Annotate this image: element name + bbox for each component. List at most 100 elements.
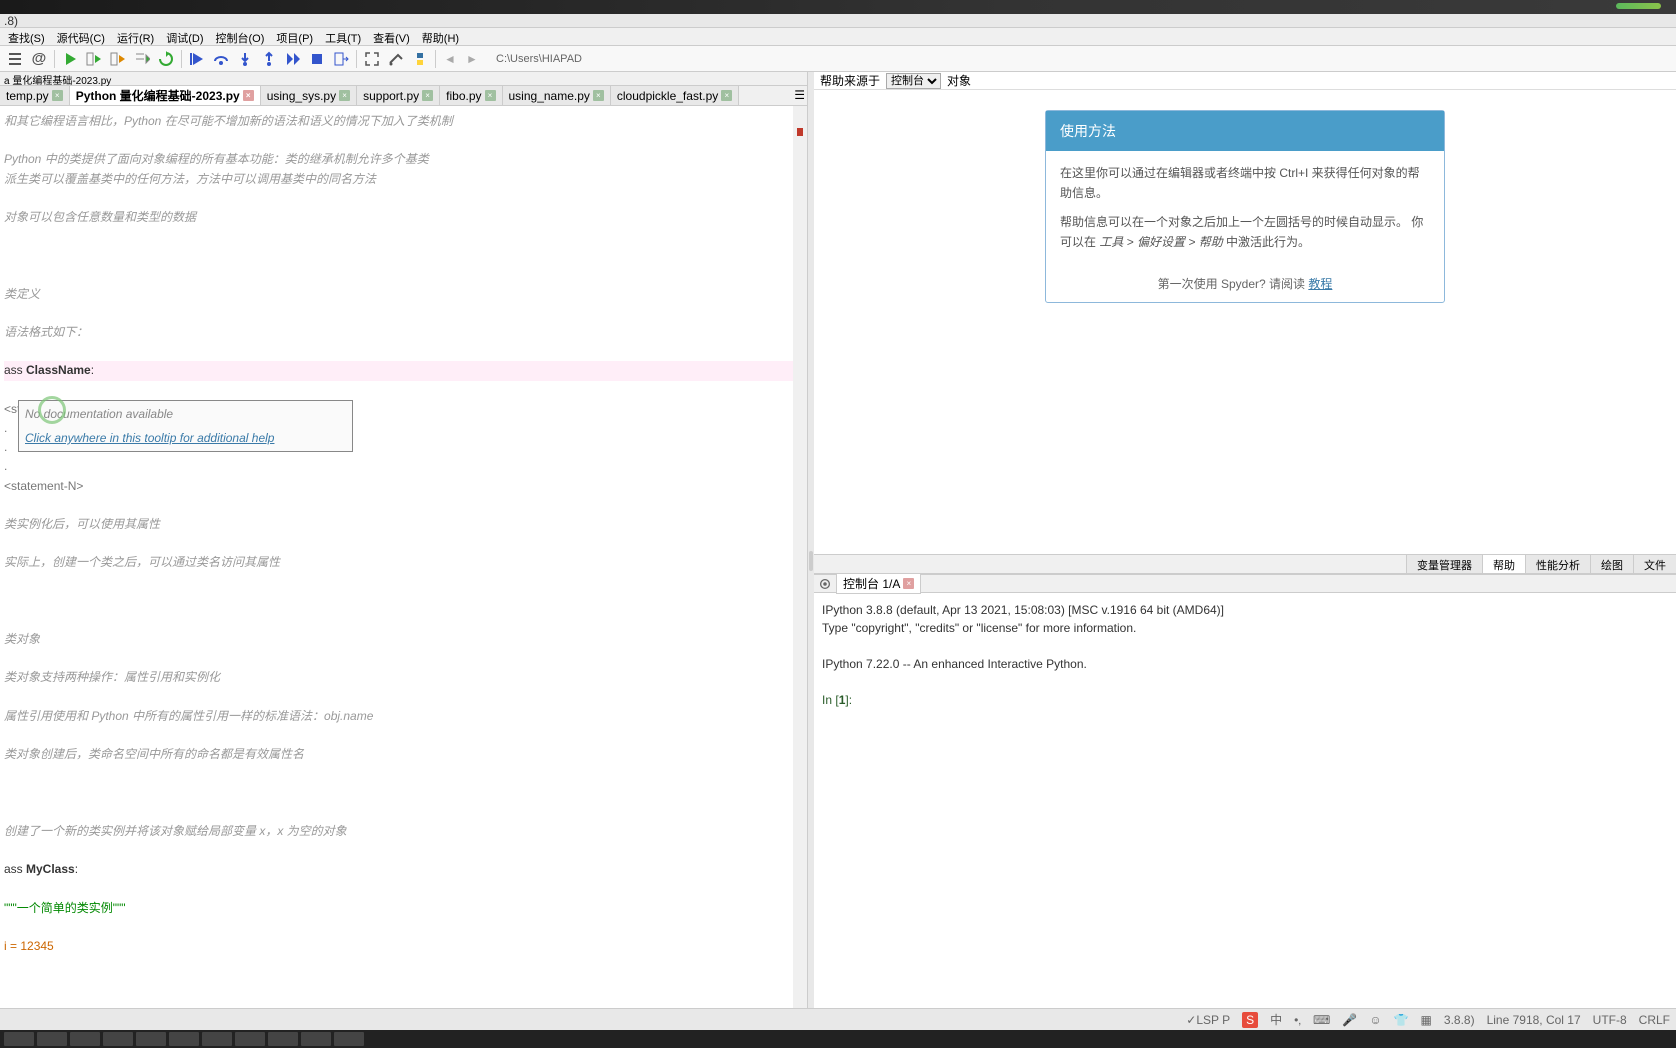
python-icon[interactable] (409, 48, 431, 70)
status-eol: CRLF (1639, 1013, 1670, 1027)
help-text-1: 在这里你可以通过在编辑器或者终端中按 Ctrl+I 来获得任何对象的帮助信息。 (1060, 163, 1430, 204)
help-source-label: 帮助来源于 (820, 72, 880, 89)
maximize-icon[interactable] (361, 48, 383, 70)
close-icon[interactable]: × (721, 90, 732, 101)
status-python-version: 3.8.8) (1444, 1013, 1475, 1027)
file-tab-fibo[interactable]: fibo.py× (440, 86, 502, 105)
menu-source[interactable]: 源代码(C) (51, 28, 111, 45)
close-icon[interactable]: × (339, 90, 350, 101)
close-icon[interactable]: × (593, 90, 604, 101)
status-lsp: ✓LSP P (1186, 1013, 1230, 1027)
file-tab-cloudpickle[interactable]: cloudpickle_fast.py× (611, 86, 739, 105)
close-icon[interactable]: × (485, 90, 496, 101)
tab-plot[interactable]: 绘图 (1590, 555, 1633, 573)
console-gear-icon[interactable] (818, 577, 832, 591)
taskbar-app[interactable] (334, 1032, 364, 1046)
close-icon[interactable]: × (52, 90, 63, 101)
status-encoding: UTF-8 (1593, 1013, 1627, 1027)
taskbar-app[interactable] (301, 1032, 331, 1046)
nav-forward-icon[interactable]: ► (462, 52, 482, 66)
tab-variable-explorer[interactable]: 变量管理器 (1406, 555, 1482, 573)
file-tab-using-name[interactable]: using_name.py× (503, 86, 611, 105)
tab-help[interactable]: 帮助 (1482, 555, 1525, 573)
status-face-icon[interactable]: ☺ (1369, 1013, 1381, 1027)
close-icon[interactable]: × (422, 90, 433, 101)
tutorial-link[interactable]: 教程 (1308, 277, 1332, 291)
toolbar: @ ◄ ► C:\Users\HIAPAD (0, 46, 1676, 72)
step-into-icon[interactable] (234, 48, 256, 70)
menu-help[interactable]: 帮助(H) (416, 28, 465, 45)
menu-tools[interactable]: 工具(T) (319, 28, 367, 45)
scrollbar-track[interactable] (793, 106, 807, 1030)
close-icon[interactable]: × (903, 578, 914, 589)
step-out-icon[interactable] (258, 48, 280, 70)
editor-pane: a 量化编程基础-2023.py temp.py× Python 量化编程基础-… (0, 72, 808, 1030)
help-card-title: 使用方法 (1046, 111, 1444, 151)
taskbar-app[interactable] (169, 1032, 199, 1046)
taskbar-app[interactable] (202, 1032, 232, 1046)
status-lang[interactable]: 中 (1270, 1011, 1282, 1028)
menu-search[interactable]: 查找(S) (2, 28, 51, 45)
doc-tooltip[interactable]: No documentation available Click anywher… (18, 400, 353, 452)
separator (181, 50, 182, 68)
tabs-menu-icon[interactable]: ☰ (794, 88, 805, 102)
console-tab-bar: 控制台 1/A× (814, 575, 1676, 593)
run-cell-advance-icon[interactable] (107, 48, 129, 70)
nav-back-icon[interactable]: ◄ (440, 52, 460, 66)
run-icon[interactable] (59, 48, 81, 70)
taskbar-app[interactable] (70, 1032, 100, 1046)
run-selection-icon[interactable] (131, 48, 153, 70)
taskbar-app[interactable] (37, 1032, 67, 1046)
help-body: 使用方法 在这里你可以通过在编辑器或者终端中按 Ctrl+I 来获得任何对象的帮… (814, 90, 1676, 554)
file-tab-bar: temp.py× Python 量化编程基础-2023.py× using_sy… (0, 86, 807, 106)
continue-icon[interactable] (282, 48, 304, 70)
status-ime-mode[interactable]: •‚ (1294, 1013, 1301, 1027)
tab-files[interactable]: 文件 (1633, 555, 1676, 573)
status-keyboard-icon[interactable]: ⌨ (1313, 1013, 1330, 1027)
at-icon[interactable]: @ (28, 48, 50, 70)
code-editor[interactable]: 和其它编程语言相比，Python 在尽可能不增加新的语法和语义的情况下加入了类机… (0, 106, 807, 1030)
step-over-icon[interactable] (210, 48, 232, 70)
right-pane: 帮助来源于 控制台 对象 使用方法 在这里你可以通过在编辑器或者终端中按 Ctr… (814, 72, 1676, 1030)
taskbar-app[interactable] (268, 1032, 298, 1046)
file-tab-using-sys[interactable]: using_sys.py× (261, 86, 357, 105)
taskbar-app[interactable] (136, 1032, 166, 1046)
list-icon[interactable] (4, 48, 26, 70)
file-tab-temp[interactable]: temp.py× (0, 86, 70, 105)
close-icon[interactable]: × (243, 90, 254, 101)
menu-console[interactable]: 控制台(O) (210, 28, 271, 45)
ime-indicator[interactable]: S (1242, 1012, 1258, 1028)
menu-bar: 查找(S) 源代码(C) 运行(R) 调试(D) 控制台(O) 项目(P) 工具… (0, 28, 1676, 46)
run-cell-icon[interactable] (83, 48, 105, 70)
settings-icon[interactable] (385, 48, 407, 70)
status-user-icon[interactable]: 👕 (1394, 1013, 1409, 1027)
menu-debug[interactable]: 调试(D) (160, 28, 209, 45)
console-output[interactable]: IPython 3.8.8 (default, Apr 13 2021, 15:… (814, 593, 1676, 1012)
taskbar-app[interactable] (235, 1032, 265, 1046)
working-dir-path[interactable]: C:\Users\HIAPAD (490, 51, 588, 67)
debug-exit-icon[interactable] (330, 48, 352, 70)
status-grid-icon[interactable]: ▦ (1421, 1013, 1432, 1027)
stop-icon[interactable] (306, 48, 328, 70)
taskbar-app[interactable] (103, 1032, 133, 1046)
debug-icon[interactable] (186, 48, 208, 70)
menu-run[interactable]: 运行(R) (111, 28, 160, 45)
tooltip-help-link[interactable]: Click anywhere in this tooltip for addit… (25, 429, 346, 447)
file-tab-active[interactable]: Python 量化编程基础-2023.py× (70, 86, 261, 105)
file-tab-support[interactable]: support.py× (357, 86, 440, 105)
status-mic-icon[interactable]: 🎤 (1342, 1013, 1357, 1027)
window-chrome-top (0, 0, 1676, 14)
rerun-icon[interactable] (155, 48, 177, 70)
right-pane-tabs: 变量管理器 帮助 性能分析 绘图 文件 (814, 554, 1676, 574)
menu-project[interactable]: 项目(P) (270, 28, 319, 45)
help-source-select[interactable]: 控制台 (886, 73, 941, 89)
separator (435, 50, 436, 68)
tooltip-text: No documentation available (25, 405, 346, 423)
os-taskbar[interactable] (0, 1030, 1676, 1048)
status-bar: ✓LSP P S 中 •‚ ⌨ 🎤 ☺ 👕 ▦ 3.8.8) Line 7918… (0, 1008, 1676, 1030)
console-tab[interactable]: 控制台 1/A× (836, 573, 921, 594)
menu-view[interactable]: 查看(V) (367, 28, 416, 45)
taskbar-app[interactable] (4, 1032, 34, 1046)
tab-profiler[interactable]: 性能分析 (1525, 555, 1590, 573)
console-pane: 控制台 1/A× IPython 3.8.8 (default, Apr 13 … (814, 574, 1676, 1030)
